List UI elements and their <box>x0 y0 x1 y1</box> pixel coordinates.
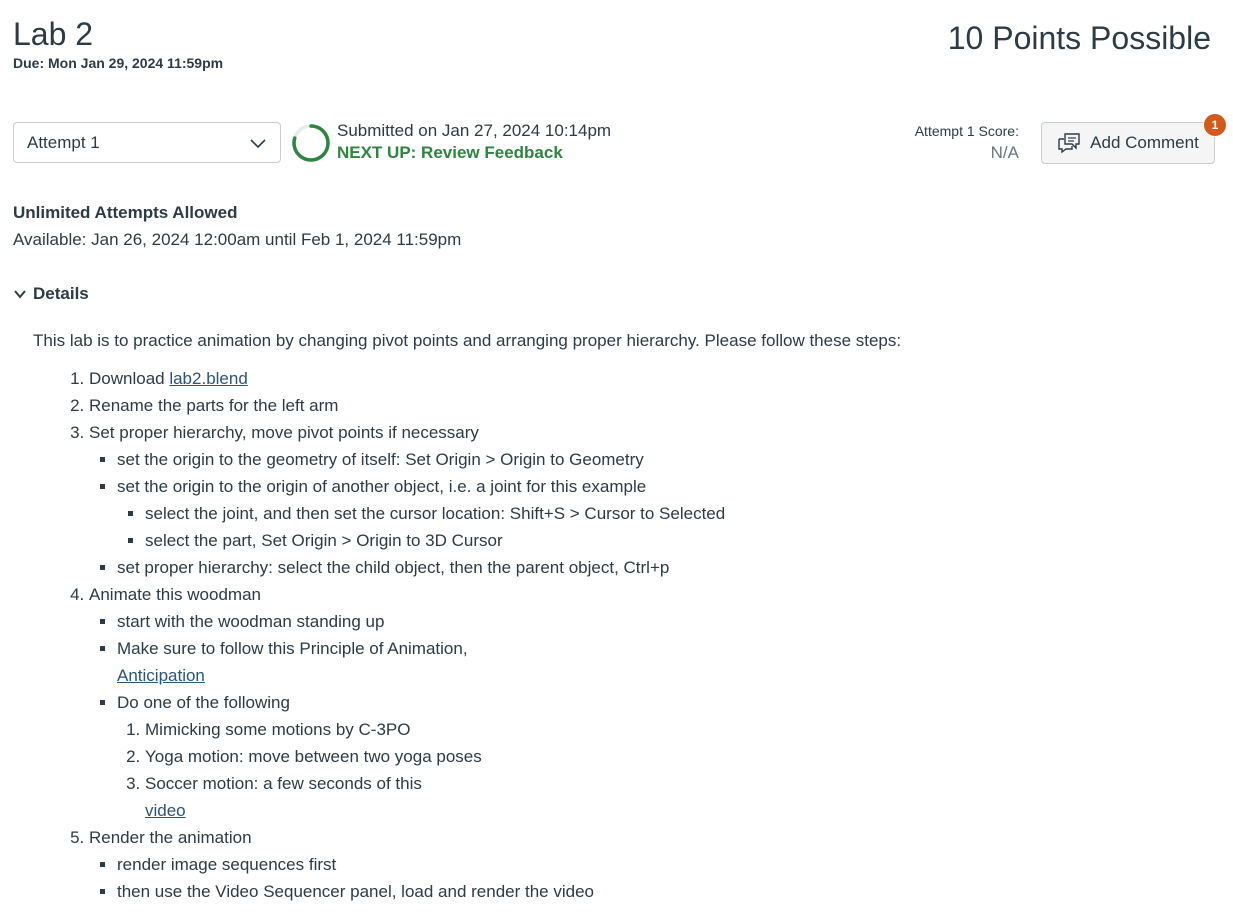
list-item: select the joint, and then set the curso… <box>145 500 1213 527</box>
add-comment-button[interactable]: Add Comment <box>1041 122 1215 164</box>
details-toggle[interactable]: Details <box>13 284 89 304</box>
list-item: Do one of the following Mimicking some m… <box>117 689 1213 824</box>
assignment-description: This lab is to practice animation by cha… <box>33 330 1213 905</box>
list-item: Soccer motion: a few seconds of this vid… <box>145 770 1213 824</box>
step-1: Download lab2.blend <box>89 365 1213 392</box>
anticipation-link[interactable]: Anticipation <box>117 662 1213 689</box>
step-3: Set proper hierarchy, move pivot points … <box>89 419 1213 581</box>
attempts-allowed: Unlimited Attempts Allowed <box>13 203 238 222</box>
video-link[interactable]: video <box>145 797 1213 824</box>
details-label: Details <box>33 284 89 303</box>
step-2: Rename the parts for the left arm <box>89 392 1213 419</box>
intro-text: This lab is to practice animation by cha… <box>33 331 902 350</box>
list-item: set the origin to the origin of another … <box>117 473 1213 554</box>
attempt-select-value: Attempt 1 <box>27 132 100 152</box>
points-possible: 10 Points Possible <box>947 20 1211 56</box>
chevron-down-icon <box>250 138 266 148</box>
list-item: start with the woodman standing up <box>117 608 1213 635</box>
step-5: Render the animation render image sequen… <box>89 824 1213 905</box>
list-item: select the part, Set Origin > Origin to … <box>145 527 1213 554</box>
list-item: Yoga motion: move between two yoga poses <box>145 743 1213 770</box>
due-date: Due: Mon Jan 29, 2024 11:59pm <box>13 55 224 71</box>
steps-list: Download lab2.blend Rename the parts for… <box>33 365 1213 905</box>
submitted-status: Submitted on Jan 27, 2024 10:14pm <box>337 121 612 140</box>
list-item: set the origin to the geometry of itself… <box>117 446 1213 473</box>
list-item: set proper hierarchy: select the child o… <box>117 554 1213 581</box>
step-4: Animate this woodman start with the wood… <box>89 581 1213 824</box>
page-title: Lab 2 <box>13 16 94 52</box>
list-item: render image sequences first <box>117 851 1213 878</box>
next-up-link[interactable]: NEXT UP: Review Feedback <box>337 142 563 164</box>
list-item: Make sure to follow this Principle of An… <box>117 635 1213 689</box>
lab2-blend-link[interactable]: lab2.blend <box>169 369 247 388</box>
progress-ring-icon <box>292 124 330 162</box>
list-item: then use the Video Sequencer panel, load… <box>117 878 1213 905</box>
comment-count-badge: 1 <box>1203 113 1227 137</box>
comment-icon <box>1058 133 1080 154</box>
attempt-select[interactable]: Attempt 1 <box>13 122 281 163</box>
chevron-down-icon <box>14 290 26 299</box>
availability-dates: Available: Jan 26, 2024 12:00am until Fe… <box>13 230 462 249</box>
score-value: N/A <box>990 143 1019 162</box>
add-comment-label: Add Comment <box>1090 133 1199 152</box>
score-label: Attempt 1 Score: <box>914 123 1019 139</box>
list-item: Mimicking some motions by C-3PO <box>145 716 1213 743</box>
